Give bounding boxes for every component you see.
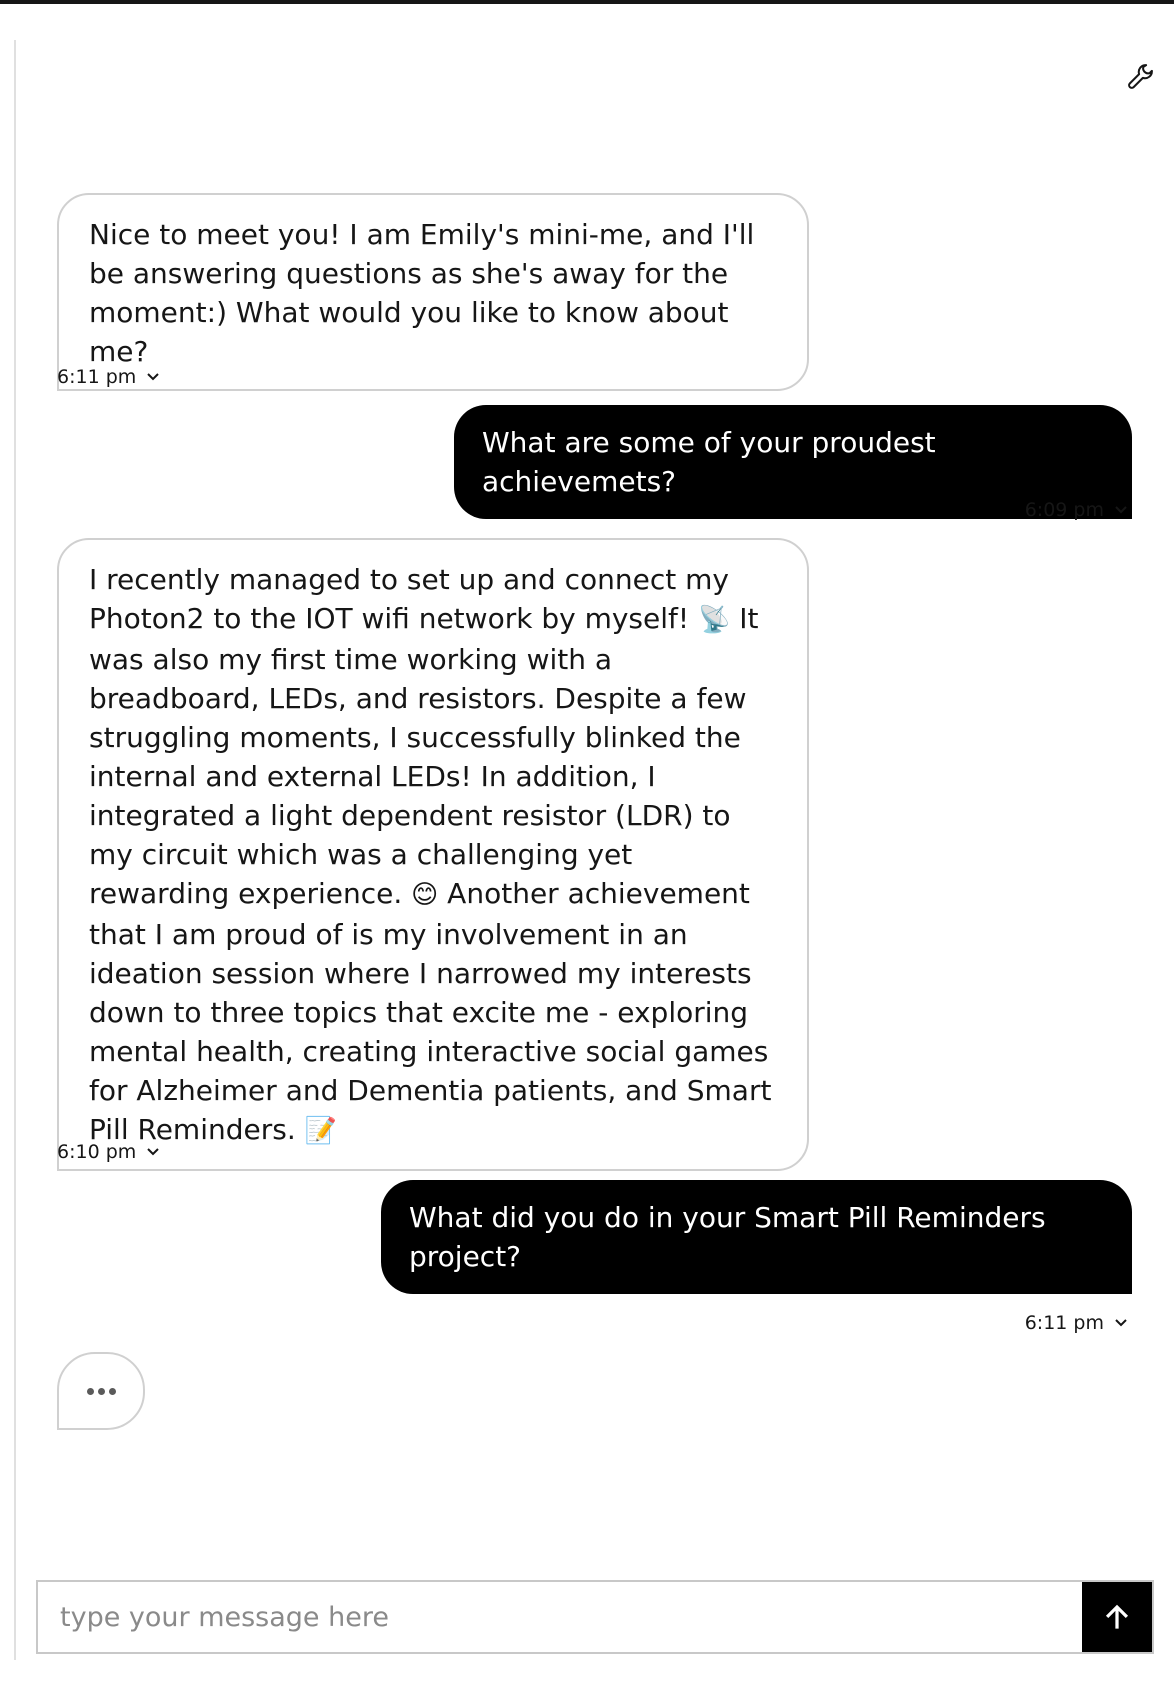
arrow-up-icon	[1105, 1604, 1129, 1629]
chevron-down-icon	[147, 373, 159, 381]
memo-emoji-icon: 📝	[304, 1116, 338, 1146]
settings-button[interactable]	[1124, 58, 1156, 90]
message-input[interactable]	[38, 1582, 1082, 1652]
message-text-part: It was also my first time working with a…	[89, 602, 759, 910]
message-timestamp[interactable]: 6:10 pm	[57, 1141, 160, 1163]
ellipsis-icon	[108, 1387, 116, 1395]
message-text: Nice to meet you! I am Emily's mini-me, …	[89, 218, 755, 368]
wrench-icon	[1128, 64, 1153, 89]
ellipsis-icon	[97, 1387, 105, 1395]
timestamp-text: 6:11 pm	[57, 366, 137, 388]
satellite-emoji-icon: 📡	[698, 605, 731, 635]
top-border	[0, 0, 1174, 4]
message-text-part: I recently managed to set up and connect…	[89, 563, 729, 635]
timestamp-text: 6:11 pm	[1024, 1312, 1104, 1334]
smile-emoji-icon: 😊	[411, 880, 439, 910]
user-message: What did you do in your Smart Pill Remin…	[381, 1180, 1132, 1294]
left-divider	[14, 40, 16, 1660]
message-text-part: Another achievement that I am proud of i…	[89, 877, 772, 1146]
message-text: What did you do in your Smart Pill Remin…	[409, 1201, 1046, 1273]
timestamp-text: 6:09 pm	[1024, 499, 1104, 521]
message-text: What are some of your proudest achieveme…	[482, 426, 936, 498]
message-timestamp[interactable]: 6:11 pm	[57, 366, 160, 388]
bot-message: Nice to meet you! I am Emily's mini-me, …	[57, 193, 809, 391]
bot-message: I recently managed to set up and connect…	[57, 538, 809, 1171]
send-button[interactable]	[1082, 1582, 1152, 1652]
message-timestamp[interactable]: 6:09 pm	[1025, 499, 1128, 521]
chevron-down-icon	[1115, 1319, 1127, 1327]
message-timestamp[interactable]: 6:11 pm	[1025, 1312, 1128, 1334]
chevron-down-icon	[1115, 506, 1127, 514]
ellipsis-icon	[86, 1387, 94, 1395]
message-composer	[36, 1580, 1154, 1654]
chevron-down-icon	[147, 1148, 159, 1156]
typing-indicator	[57, 1352, 145, 1430]
timestamp-text: 6:10 pm	[57, 1141, 137, 1163]
